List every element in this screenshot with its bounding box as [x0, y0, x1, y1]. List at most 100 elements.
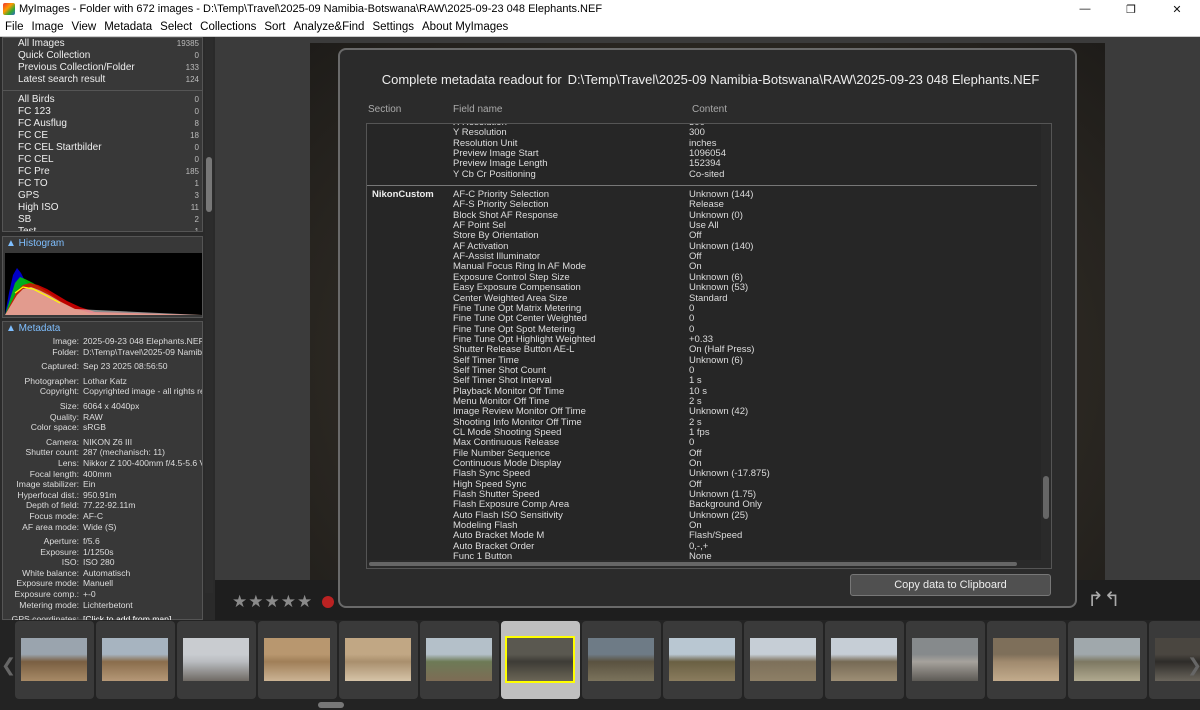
metadata-value: ISO 280	[83, 557, 115, 568]
title-bar: MyImages - Folder with 672 images - D:\T…	[0, 0, 1200, 18]
metadata-value: Copyrighted image - all rights reserved	[83, 386, 202, 397]
window-title: MyImages - Folder with 672 images - D:\T…	[19, 3, 603, 15]
star-3-icon[interactable]: ★	[265, 593, 280, 610]
collection-count: 11	[190, 203, 199, 212]
collection-name: Quick Collection	[18, 50, 91, 61]
field-content: On (Half Press)	[689, 344, 755, 356]
collection-name: FC Ausflug	[18, 118, 67, 129]
collection-name: High ISO	[18, 202, 59, 213]
table-row[interactable]: Fine Tune Opt Center Weighted 0	[367, 313, 1043, 325]
menu-metadata[interactable]: Metadata	[100, 21, 156, 33]
menu-image[interactable]: Image	[28, 21, 68, 33]
star-4-icon[interactable]: ★	[281, 593, 296, 610]
menu-collections[interactable]: Collections	[196, 21, 260, 33]
metadata-row: Lens: Nikkor Z 100-400mm f/4.5-5.6 VR S	[3, 458, 202, 469]
menu-analyze-find[interactable]: Analyze&Find	[289, 21, 368, 33]
histogram-header[interactable]: ▲ Histogram	[3, 237, 202, 251]
filmstrip-thumbnail[interactable]	[825, 621, 904, 699]
collection-item[interactable]: GPS 3	[3, 190, 202, 202]
filmstrip-scrollbar[interactable]	[318, 702, 344, 708]
star-1-icon[interactable]: ★	[232, 593, 247, 610]
filmstrip-thumbnail[interactable]	[663, 621, 742, 699]
filmstrip-thumbnail[interactable]	[258, 621, 337, 699]
metadata-value: 1/1250s	[83, 546, 114, 557]
metadata-header[interactable]: ▲ Metadata	[3, 322, 202, 336]
table-row[interactable]: Shutter Release Button AE-L On (Half Pres…	[367, 344, 1043, 356]
collection-name: FC CE	[18, 130, 48, 141]
collection-count: 19385	[176, 39, 199, 48]
thumbnail-image	[1074, 638, 1140, 681]
col-field-header[interactable]: Field name	[453, 104, 502, 115]
scrollbar-thumb[interactable]	[1043, 476, 1049, 519]
menu-select[interactable]: Select	[156, 21, 196, 33]
collection-item[interactable]: FC Pre 185	[3, 166, 202, 178]
collection-item[interactable]: All Birds 0	[3, 94, 202, 106]
close-button[interactable]: ✕	[1154, 0, 1200, 18]
filmstrip-thumbnail[interactable]	[744, 621, 823, 699]
menu-sort[interactable]: Sort	[260, 21, 289, 33]
red-label-icon[interactable]	[322, 596, 334, 608]
filmstrip-left-arrow-icon[interactable]: ❮	[1, 655, 16, 676]
collection-item[interactable]: Quick Collection 0	[3, 50, 202, 62]
menu-about[interactable]: About MyImages	[418, 21, 512, 33]
collection-item[interactable]: FC CEL Startbilder 0	[3, 142, 202, 154]
field-content: Co-sited	[689, 168, 725, 180]
filmstrip-thumbnail[interactable]	[420, 621, 499, 699]
table-horizontal-scrollbar[interactable]	[367, 560, 1043, 568]
histogram-chart	[5, 253, 202, 315]
left-panel-scrollbar[interactable]	[205, 37, 213, 593]
collection-item[interactable]: Latest search result 124	[3, 74, 202, 86]
filmstrip-thumbnail[interactable]	[582, 621, 661, 699]
rating-stars[interactable]: ★ ★ ★ ★ ★	[232, 593, 312, 610]
metadata-row: Exposure comp.: +-0	[3, 589, 202, 600]
metadata-table[interactable]: X Resolution300Y Resolution300Resolution…	[366, 123, 1052, 569]
metadata-label: Folder:	[52, 346, 79, 357]
collection-item[interactable]: SB 2	[3, 214, 202, 226]
filmstrip-thumbnail[interactable]	[987, 621, 1066, 699]
filmstrip-thumbnail[interactable]	[96, 621, 175, 699]
star-2-icon[interactable]: ★	[248, 593, 263, 610]
collection-item[interactable]: FC Ausflug 8	[3, 118, 202, 130]
maximize-button[interactable]: ❐	[1108, 0, 1154, 18]
filmstrip-thumbnail[interactable]	[339, 621, 418, 699]
collection-name: FC CEL Startbilder	[18, 142, 102, 153]
collection-item[interactable]: High ISO 11	[3, 202, 202, 214]
copy-to-clipboard-button[interactable]: Copy data to Clipboard	[850, 574, 1051, 596]
field-content: Unknown (6)	[689, 354, 743, 366]
collection-item[interactable]: FC CEL 0	[3, 154, 202, 166]
rotate-icon[interactable]: ↱↰	[1087, 589, 1127, 611]
metadata-label: Hyperfocal dist.:	[17, 489, 79, 500]
menu-bar: File Image View Metadata Select Collecti…	[0, 18, 1200, 37]
table-row[interactable]: Easy Exposure Compensation Unknown (53)	[367, 282, 1043, 293]
collection-item[interactable]: Previous Collection/Folder 133	[3, 62, 202, 74]
collection-count: 2	[194, 215, 199, 224]
field-name: Fine Tune Opt Center Weighted	[453, 313, 587, 325]
filmstrip-thumbnail[interactable]	[906, 621, 985, 699]
col-content-header[interactable]: Content	[692, 104, 727, 115]
menu-settings[interactable]: Settings	[368, 21, 418, 33]
scrollbar-thumb[interactable]	[369, 562, 1017, 566]
filmstrip-thumbnail[interactable]	[501, 621, 580, 699]
table-vertical-scrollbar[interactable]	[1041, 124, 1051, 568]
metadata-value: +-0	[83, 589, 96, 600]
collection-item[interactable]: FC 123 0	[3, 106, 202, 118]
metadata-value: Ein	[83, 479, 96, 490]
collection-item[interactable]: FC TO 1	[3, 178, 202, 190]
filmstrip-thumbnail[interactable]	[177, 621, 256, 699]
menu-view[interactable]: View	[68, 21, 101, 33]
collection-item[interactable]: All Images 19385	[3, 38, 202, 50]
collection-item[interactable]: FC CE 18	[3, 130, 202, 142]
metadata-value: Manuell	[83, 578, 114, 589]
metadata-label: Exposure mode:	[16, 578, 79, 589]
metadata-label: Focal length:	[29, 468, 79, 479]
filmstrip-right-arrow-icon[interactable]: ❯	[1187, 655, 1200, 676]
filmstrip-thumbnail[interactable]	[1068, 621, 1147, 699]
col-section-header[interactable]: Section	[368, 104, 401, 115]
menu-file[interactable]: File	[0, 21, 28, 33]
star-5-icon[interactable]: ★	[297, 593, 312, 610]
collection-item[interactable]: Test 1	[3, 226, 202, 231]
table-row[interactable]: Y Cb Cr Positioning Co-sited	[367, 168, 1043, 180]
filmstrip-thumbnail[interactable]	[15, 621, 94, 699]
scrollbar-thumb[interactable]	[206, 157, 212, 212]
minimize-button[interactable]: —	[1062, 0, 1108, 18]
